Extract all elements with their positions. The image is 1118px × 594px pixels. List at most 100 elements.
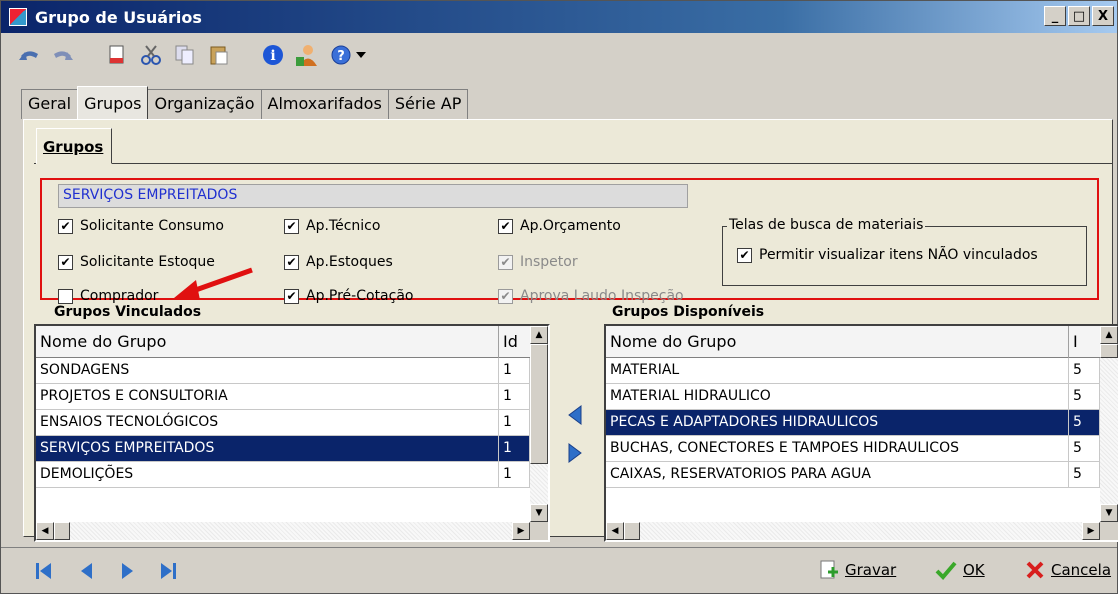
check-icon: ✔ [58, 218, 73, 234]
horizontal-scrollbar[interactable]: ◀ ▶ [606, 522, 1100, 540]
scroll-down-icon[interactable]: ▼ [530, 504, 548, 522]
checkbox-label: Ap.Estoques [306, 254, 393, 270]
tab-almoxarifados[interactable]: Almoxarifados [260, 89, 389, 119]
horizontal-scrollbar[interactable]: ◀ ▶ [36, 522, 530, 540]
move-left-button[interactable] [566, 404, 584, 426]
scroll-thumb[interactable] [54, 522, 70, 540]
checkbox-label: Permitir visualizar itens NÃO vinculados [759, 247, 1038, 263]
table-row-selected[interactable]: PECAS E ADAPTADORES HIDRAULICOS 5 [606, 410, 1100, 436]
column-header-nome[interactable]: Nome do Grupo [606, 326, 1069, 358]
column-header-id[interactable]: I [1069, 326, 1100, 358]
grid-header: Nome do Grupo I [606, 326, 1100, 358]
tab-organizacao[interactable]: Organização [147, 89, 262, 119]
scroll-down-icon[interactable]: ▼ [1100, 504, 1118, 522]
checkbox-label: Solicitante Consumo [80, 218, 224, 234]
last-record-button[interactable] [157, 560, 179, 582]
minimize-button[interactable]: _ [1044, 6, 1066, 26]
first-record-button[interactable] [33, 560, 55, 582]
table-row[interactable]: MATERIAL 5 [606, 358, 1100, 384]
cell-id: 1 [499, 384, 530, 409]
subtab-grupos[interactable]: Grupos [36, 128, 112, 164]
dropdown-arrow-icon[interactable] [355, 43, 367, 67]
linked-groups-title: Grupos Vinculados [54, 304, 202, 320]
cell-id: 1 [499, 410, 530, 435]
save-label: Gravar [845, 561, 897, 579]
cancel-label: Cancela [1051, 561, 1112, 579]
paste-icon[interactable] [207, 43, 231, 67]
vertical-scrollbar[interactable]: ▲ ▼ [1100, 326, 1118, 522]
vertical-scrollbar[interactable]: ▲ ▼ [530, 326, 548, 522]
checkbox-ap-tecnico[interactable]: ✔ Ap.Técnico [284, 218, 380, 234]
cell-name: BUCHAS, CONECTORES E TAMPOES HIDRAULICOS [606, 436, 1069, 461]
column-header-id[interactable]: Id [499, 326, 530, 358]
tab-strip: Geral Grupos Organização Almoxarifados S… [21, 86, 469, 119]
scroll-thumb[interactable] [624, 522, 640, 540]
search-screens-legend: Telas de busca de materiais [727, 217, 926, 233]
check-icon [935, 561, 957, 580]
info-icon[interactable]: i [261, 43, 285, 67]
scroll-thumb[interactable] [530, 344, 548, 464]
table-row[interactable]: PROJETOS E CONSULTORIA 1 [36, 384, 530, 410]
cell-name: PROJETOS E CONSULTORIA [36, 384, 499, 409]
linked-groups-grid: Nome do Grupo Id SONDAGENS 1 PROJETOS E C… [34, 324, 550, 542]
previous-record-button[interactable] [75, 560, 97, 582]
checkbox-ap-orcamento[interactable]: ✔ Ap.Orçamento [498, 218, 621, 234]
cell-id: 1 [499, 436, 530, 461]
new-document-icon[interactable] [105, 43, 129, 67]
cell-name: PECAS E ADAPTADORES HIDRAULICOS [606, 410, 1069, 435]
scroll-right-icon[interactable]: ▶ [512, 522, 530, 540]
save-button[interactable]: Gravar [819, 560, 896, 580]
help-icon[interactable]: ? [329, 43, 353, 67]
checkbox-label: Ap.Técnico [306, 218, 381, 234]
group-name-field: SERVIÇOS EMPREITADOS [58, 184, 688, 208]
table-row[interactable]: ENSAIOS TECNOLÓGICOS 1 [36, 410, 530, 436]
scroll-left-icon[interactable]: ◀ [36, 522, 54, 540]
check-icon: ✔ [498, 218, 513, 234]
cell-id: 1 [499, 462, 530, 487]
table-row[interactable]: MATERIAL HIDRAULICO 5 [606, 384, 1100, 410]
checkbox-permitir-visualizar[interactable]: ✔ Permitir visualizar itens NÃO vinculado… [737, 247, 1038, 263]
scroll-left-icon[interactable]: ◀ [606, 522, 624, 540]
tab-serie-ap[interactable]: Série AP [387, 89, 469, 119]
cell-name: DEMOLIÇÕES [36, 462, 499, 487]
move-right-button[interactable] [566, 442, 584, 464]
table-row[interactable]: CAIXAS, RESERVATORIOS PARA AGUA 5 [606, 462, 1100, 488]
last-record-icon [161, 563, 176, 579]
undo-icon[interactable] [17, 43, 41, 67]
user-icon[interactable] [295, 43, 319, 67]
scroll-up-icon[interactable]: ▲ [530, 326, 548, 344]
available-groups-title: Grupos Disponíveis [612, 304, 765, 320]
scroll-right-icon[interactable]: ▶ [1082, 522, 1100, 540]
checkbox-ap-pre-cotacao[interactable]: ✔ Ap.Pré-Cotação [284, 288, 413, 304]
next-record-button[interactable] [117, 560, 139, 582]
redo-icon[interactable] [51, 43, 75, 67]
bottom-bar: Gravar OK Cancela [1, 547, 1117, 593]
maximize-button[interactable]: □ [1068, 6, 1090, 26]
cell-name: SONDAGENS [36, 358, 499, 383]
checkbox-comprador[interactable]: Comprador [58, 288, 158, 304]
checkbox-ap-estoques[interactable]: ✔ Ap.Estoques [284, 254, 393, 270]
tab-grupos[interactable]: Grupos [77, 86, 149, 119]
ok-button[interactable]: OK [935, 560, 985, 580]
cut-icon[interactable] [139, 43, 163, 67]
scroll-thumb[interactable] [1100, 344, 1118, 358]
toolbar: i ? [1, 34, 1117, 76]
close-button[interactable]: X [1092, 6, 1114, 26]
window-title: Grupo de Usuários [35, 7, 202, 27]
scroll-up-icon[interactable]: ▲ [1100, 326, 1118, 344]
subtab-panel: SERVIÇOS EMPREITADOS ✔ Solicitante Consum… [34, 163, 1118, 542]
column-header-nome[interactable]: Nome do Grupo [36, 326, 499, 358]
app-icon [9, 8, 27, 26]
checkbox-label: Ap.Orçamento [520, 218, 621, 234]
table-row[interactable]: SONDAGENS 1 [36, 358, 530, 384]
cancel-button[interactable]: Cancela [1025, 560, 1111, 580]
tab-geral[interactable]: Geral [21, 89, 79, 119]
table-row[interactable]: BUCHAS, CONECTORES E TAMPOES HIDRAULICOS… [606, 436, 1100, 462]
table-row-selected[interactable]: SERVIÇOS EMPREITADOS 1 [36, 436, 530, 462]
table-row[interactable]: DEMOLIÇÕES 1 [36, 462, 530, 488]
cell-id: 1 [499, 358, 530, 383]
copy-icon[interactable] [173, 43, 197, 67]
checkbox-solicitante-consumo[interactable]: ✔ Solicitante Consumo [58, 218, 224, 234]
check-icon: ✔ [737, 247, 752, 263]
cell-name: CAIXAS, RESERVATORIOS PARA AGUA [606, 462, 1069, 487]
